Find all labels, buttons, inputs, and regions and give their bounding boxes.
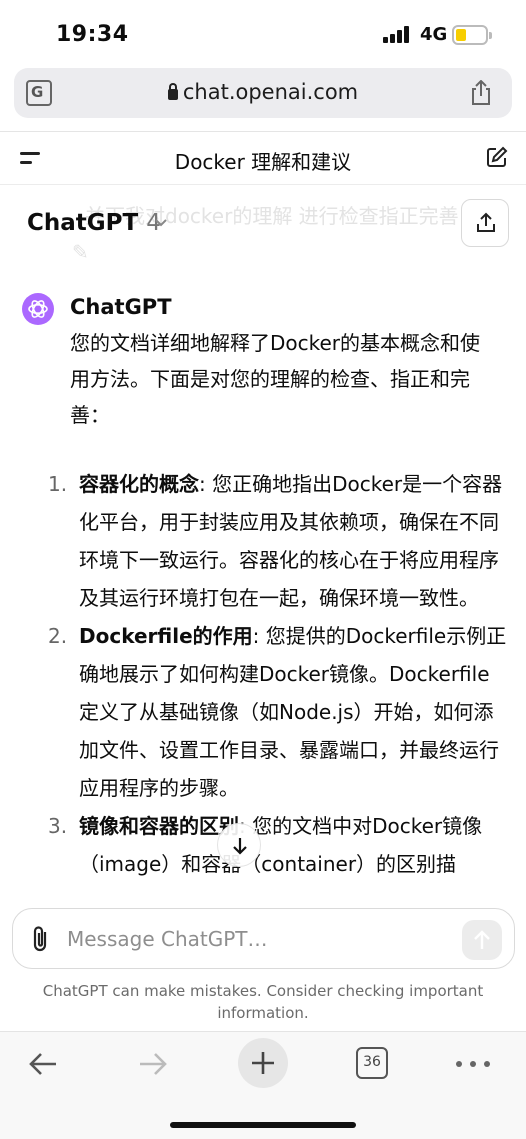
divider xyxy=(0,184,526,185)
message-input[interactable] xyxy=(67,923,447,955)
network-type: 4G xyxy=(420,24,448,45)
signal-icon xyxy=(383,26,411,43)
status-bar: 19:34 4G xyxy=(0,0,526,66)
back-arrow-icon[interactable] xyxy=(27,1048,59,1080)
scroll-to-bottom-button[interactable] xyxy=(217,823,261,867)
edit-pencil-icon: ✎ xyxy=(72,240,89,264)
plus-icon xyxy=(252,1052,274,1074)
message-intro: 您的文档详细地解释了Docker的基本概念和使用方法。下面是对您的理解的检查、指… xyxy=(70,331,481,427)
url-bar[interactable]: G chat.openai.com xyxy=(14,68,512,118)
list-item-text: : 您提供的Dockerfile示例正确地展示了如何构建Docker镜像。Doc… xyxy=(79,624,507,800)
list-item: 3. 镜像和容器的区别: 您的文档中对Docker镜像（image）和容器（con… xyxy=(48,814,483,876)
list-item: 1. 容器化的概念: 您正确地指出Docker是一个容器化平台，用于封装应用及其依… xyxy=(48,472,503,610)
paperclip-icon[interactable] xyxy=(28,924,54,954)
conversation-header: Docker 理解和建议 xyxy=(0,132,526,184)
list-item-title: 镜像和容器的区别 xyxy=(79,814,239,838)
chatgpt-avatar xyxy=(22,293,54,325)
status-time: 19:34 xyxy=(56,22,129,47)
list-item-title: 容器化的概念 xyxy=(79,472,199,496)
send-button[interactable] xyxy=(462,920,502,960)
forward-arrow-icon[interactable] xyxy=(137,1048,169,1080)
chevron-down-icon[interactable] xyxy=(154,218,168,228)
conversation-title: Docker 理解和建议 xyxy=(174,150,352,174)
arrow-down-icon xyxy=(233,838,247,855)
list-item-title: Dockerfile的作用 xyxy=(79,624,253,648)
share-button[interactable] xyxy=(461,199,509,247)
lock-icon xyxy=(167,83,178,100)
battery-icon xyxy=(452,25,492,45)
openai-logo-icon xyxy=(28,300,48,318)
arrow-up-icon xyxy=(474,930,490,949)
more-options-icon[interactable] xyxy=(456,1061,490,1067)
message-list: 1. 容器化的概念: 您正确地指出Docker是一个容器化平台，用于封装应用及其依… xyxy=(48,465,508,883)
share-icon[interactable] xyxy=(468,80,494,106)
message-sender: ChatGPT xyxy=(70,295,172,319)
home-indicator xyxy=(170,1122,356,1128)
list-item: 2. Dockerfile的作用: 您提供的Dockerfile示例正确地展示了如… xyxy=(48,624,507,800)
new-tab-button[interactable] xyxy=(238,1038,288,1088)
tabs-count-button[interactable]: 36 xyxy=(356,1047,388,1079)
message-composer xyxy=(12,908,515,969)
disclaimer-text: ChatGPT can make mistakes. Consider chec… xyxy=(42,982,484,1022)
url-text[interactable]: chat.openai.com xyxy=(14,80,512,104)
model-selector[interactable]: ChatGPT 4 xyxy=(27,210,161,236)
new-chat-icon[interactable] xyxy=(486,146,508,168)
share-icon xyxy=(477,212,495,232)
